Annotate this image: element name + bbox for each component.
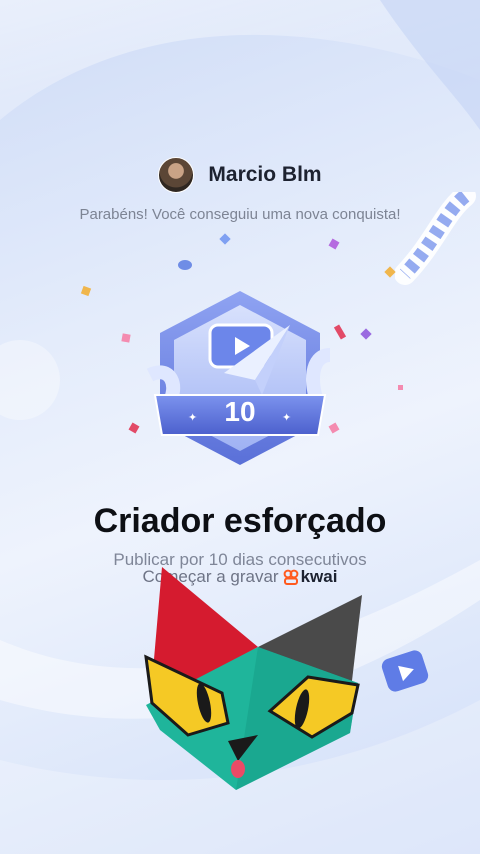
confetti: [121, 333, 131, 343]
confetti: [178, 260, 192, 270]
film-strip-icon: [395, 192, 476, 285]
badge-number: 10: [224, 396, 256, 427]
achievement-badge-icon: ✦ ✦: [146, 291, 332, 465]
confetti: [328, 238, 340, 250]
confetti: [128, 422, 140, 434]
confetti: [219, 233, 231, 245]
confetti: [360, 328, 372, 340]
user-name: Marcio Blm: [208, 163, 322, 186]
user-header: Marcio Blm: [0, 157, 480, 193]
avatar[interactable]: [158, 157, 195, 193]
play-button-icon: [381, 650, 429, 692]
cat-sticker-icon: [144, 567, 362, 790]
confetti: [80, 285, 92, 297]
confetti: [384, 266, 396, 278]
achievement-title: Criador esforçado: [93, 502, 387, 540]
confetti: [398, 385, 403, 390]
